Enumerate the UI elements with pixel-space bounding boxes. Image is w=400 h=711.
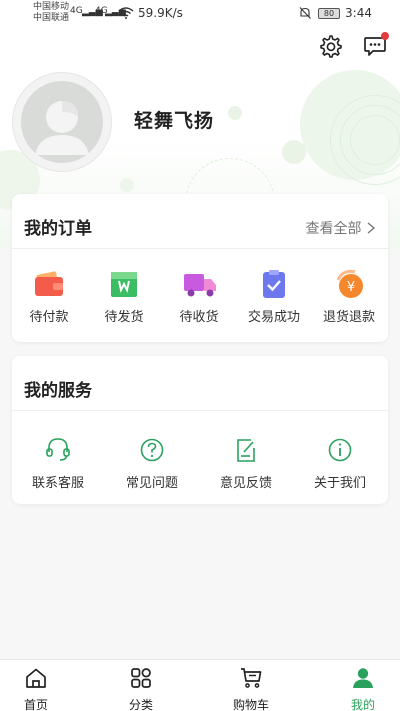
battery-icon: 80 [318, 8, 340, 19]
battery-level: 80 [323, 9, 335, 18]
tab-label: 首页 [23, 698, 48, 711]
order-pending-receipt[interactable]: 待收货 [164, 268, 234, 325]
cart-icon [241, 668, 262, 688]
username[interactable]: 轻舞飞扬 [134, 106, 214, 133]
service-about-us[interactable]: 关于我们 [305, 434, 375, 491]
divider [12, 248, 388, 249]
feedback-icon [230, 434, 262, 466]
carrier-names: 中国移动 中国联通 [33, 2, 69, 24]
svg-text:¥: ¥ [347, 280, 355, 295]
refund-yen-icon: ¥ [333, 268, 365, 300]
services-card: 我的服务 联系客服 常见问题 意见反馈 关于我们 [12, 356, 388, 504]
decor-circle [120, 178, 134, 192]
orders-card: 我的订单 查看全部 待付款 待发货 待收货 交易成功 ¥ 退货退款 [12, 194, 388, 342]
view-all-label: 查看全部 [305, 221, 362, 237]
info-icon [324, 434, 356, 466]
order-refund[interactable]: ¥ 退货退款 [314, 268, 384, 325]
carrier-2: 中国联通 [33, 13, 70, 23]
services-title: 我的服务 [24, 381, 92, 401]
tab-label: 我的 [350, 698, 375, 711]
headset-icon [42, 434, 74, 466]
tab-label: 购物车 [232, 698, 269, 711]
decor-circle [228, 106, 242, 120]
order-label: 待付款 [29, 310, 69, 325]
question-icon [136, 434, 168, 466]
user-icon [353, 668, 373, 688]
order-label: 待收货 [179, 310, 219, 325]
order-completed[interactable]: 交易成功 [239, 268, 309, 325]
wifi-icon [118, 7, 134, 19]
view-all-orders-link[interactable]: 查看全部 [306, 218, 376, 238]
order-label: 待发货 [104, 310, 144, 325]
orders-title: 我的订单 [24, 219, 92, 239]
service-label: 意见反馈 [219, 476, 272, 491]
order-pending-shipment[interactable]: 待发货 [89, 268, 159, 325]
service-label: 常见问题 [125, 476, 178, 491]
service-label: 联系客服 [31, 476, 84, 491]
divider [12, 410, 388, 411]
bell-off-icon [299, 7, 311, 19]
clipboard-check-icon [258, 268, 290, 300]
clock: 3:44 [345, 6, 372, 20]
signal-1-label: 4G [70, 6, 83, 16]
tab-cart[interactable]: 购物车 [221, 666, 281, 711]
home-icon [26, 668, 46, 688]
truck-icon [183, 268, 216, 300]
decor-ring [350, 115, 400, 165]
bottom-tab-bar: 首页 分类 购物车 我的 [0, 659, 400, 711]
order-label: 交易成功 [247, 310, 300, 325]
status-bar: 中国移动 中国联通 4G ▂▃▅ 4G ▂▃▅ 59.9K/s 80 3:44 [0, 0, 400, 28]
tab-me[interactable]: 我的 [333, 666, 393, 711]
service-label: 关于我们 [313, 476, 366, 491]
notification-dot [381, 32, 389, 40]
tab-label: 分类 [128, 698, 153, 711]
tab-category[interactable]: 分类 [111, 666, 171, 711]
decor-circle [282, 140, 306, 164]
wallet-icon [33, 268, 65, 300]
carrier-1: 中国移动 [33, 2, 70, 12]
order-label: 退货退款 [322, 310, 375, 325]
avatar-placeholder-icon [21, 81, 103, 163]
service-feedback[interactable]: 意见反馈 [211, 434, 281, 491]
package-icon [108, 268, 140, 300]
settings-gear-icon[interactable] [317, 33, 343, 59]
service-faq[interactable]: 常见问题 [117, 434, 187, 491]
chevron-right-icon [367, 222, 376, 234]
avatar[interactable] [12, 72, 112, 172]
order-pending-payment[interactable]: 待付款 [14, 268, 84, 325]
network-speed: 59.9K/s [138, 6, 183, 20]
message-button[interactable] [363, 32, 389, 57]
service-contact-support[interactable]: 联系客服 [23, 434, 93, 491]
category-icon [131, 668, 151, 688]
tab-home[interactable]: 首页 [6, 666, 66, 711]
